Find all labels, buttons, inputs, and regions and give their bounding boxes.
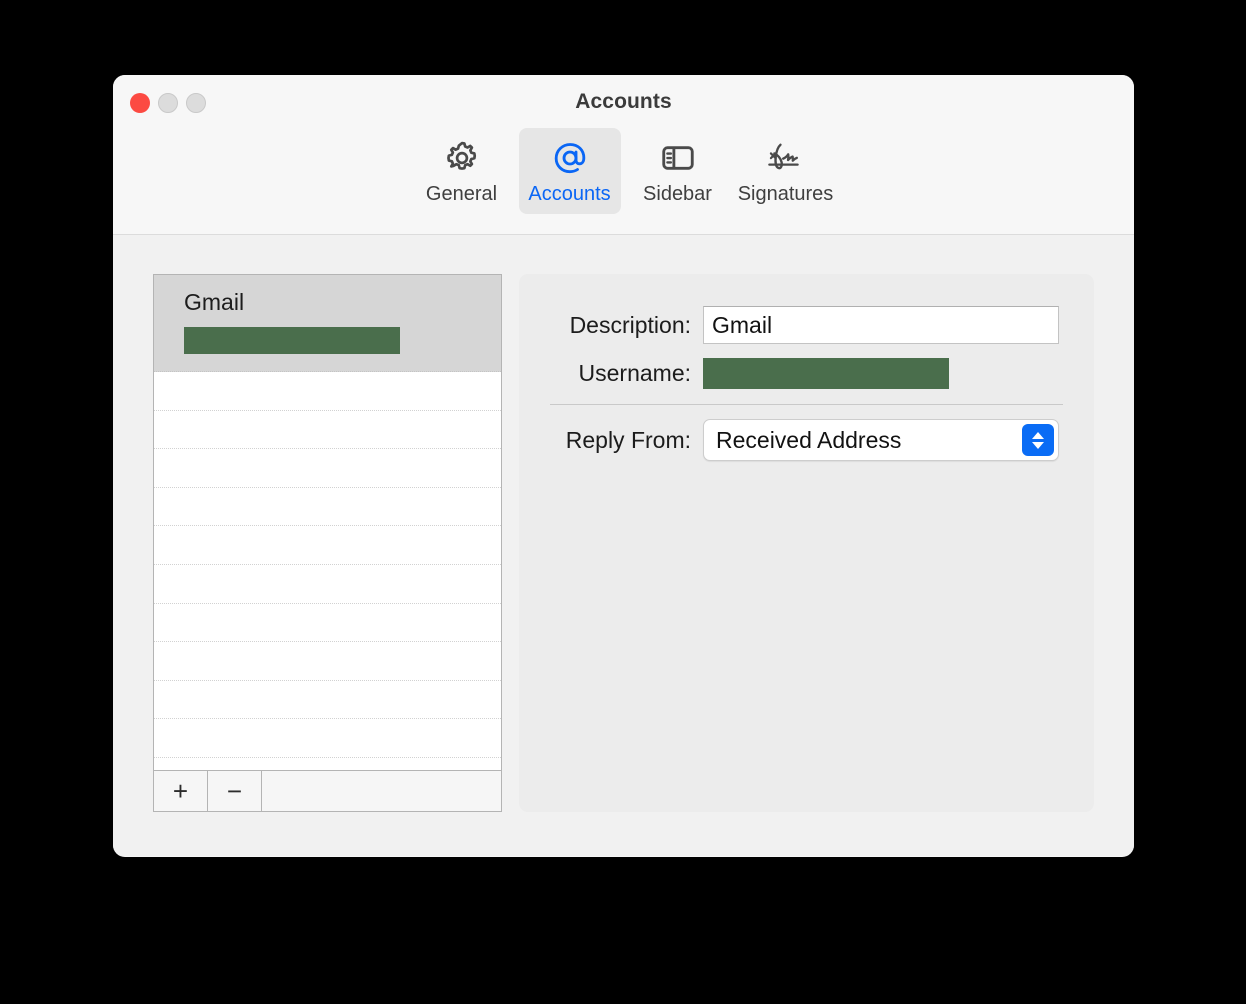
username-value-redacted — [703, 358, 949, 389]
description-input[interactable]: Gmail — [703, 306, 1059, 344]
preferences-content: Gmail + − Description: Gmail Username: R… — [113, 235, 1134, 856]
signature-icon — [764, 138, 808, 178]
list-item-empty — [154, 372, 501, 411]
account-email-redacted — [184, 327, 400, 354]
account-name: Gmail — [184, 289, 245, 315]
reply-from-select[interactable]: Received Address — [703, 419, 1059, 461]
chevron-up-down-icon — [1022, 424, 1054, 456]
list-item-empty — [154, 719, 501, 758]
username-label: Username: — [578, 360, 691, 386]
list-item-empty — [154, 449, 501, 488]
username-row: Username: — [519, 358, 1094, 389]
description-row: Description: Gmail — [519, 306, 1094, 344]
section-divider — [550, 404, 1063, 405]
gear-icon — [443, 138, 481, 178]
reply-from-row: Reply From: Received Address — [519, 419, 1094, 461]
tab-accounts[interactable]: Accounts — [518, 128, 621, 214]
list-item-empty — [154, 642, 501, 681]
accounts-list-panel: Gmail + − — [153, 274, 502, 812]
list-item-empty — [154, 758, 501, 770]
accounts-list[interactable]: Gmail — [154, 275, 501, 770]
description-label: Description: — [569, 311, 691, 338]
window-title: Accounts — [575, 90, 672, 113]
tab-general-label: General — [425, 183, 498, 205]
footer-spacer — [262, 771, 501, 811]
reply-from-label: Reply From: — [565, 426, 691, 453]
list-item[interactable]: Gmail — [154, 275, 501, 372]
tab-accounts-label: Accounts — [528, 183, 611, 205]
list-item-empty — [154, 604, 501, 643]
at-sign-icon — [550, 138, 590, 178]
sidebar-icon — [659, 138, 697, 178]
tab-signatures-label: Signatures — [737, 183, 834, 205]
list-item-empty — [154, 681, 501, 720]
account-detail-panel: Description: Gmail Username: Reply From:… — [519, 274, 1094, 812]
list-item-empty — [154, 526, 501, 565]
list-item-empty — [154, 411, 501, 450]
window-titlebar: Accounts General Accounts Sidebar Signat… — [113, 75, 1134, 235]
tab-sidebar-label: Sidebar — [643, 183, 712, 205]
screen: Accounts General Accounts Sidebar Signat… — [0, 0, 1246, 1004]
tab-general[interactable]: General — [411, 128, 513, 214]
tab-signatures[interactable]: Signatures — [735, 128, 837, 214]
remove-account-button[interactable]: − — [208, 771, 262, 811]
accounts-list-footer: + − — [154, 770, 501, 811]
tab-sidebar[interactable]: Sidebar — [627, 128, 729, 214]
reply-from-selected-value: Received Address — [716, 426, 902, 453]
list-item-empty — [154, 488, 501, 527]
accounts-preferences-window: Accounts General Accounts Sidebar Signat… — [113, 75, 1134, 857]
preferences-toolbar-tabs: General Accounts Sidebar Signatures — [113, 128, 1134, 214]
add-account-button[interactable]: + — [154, 771, 208, 811]
list-item-empty — [154, 565, 501, 604]
